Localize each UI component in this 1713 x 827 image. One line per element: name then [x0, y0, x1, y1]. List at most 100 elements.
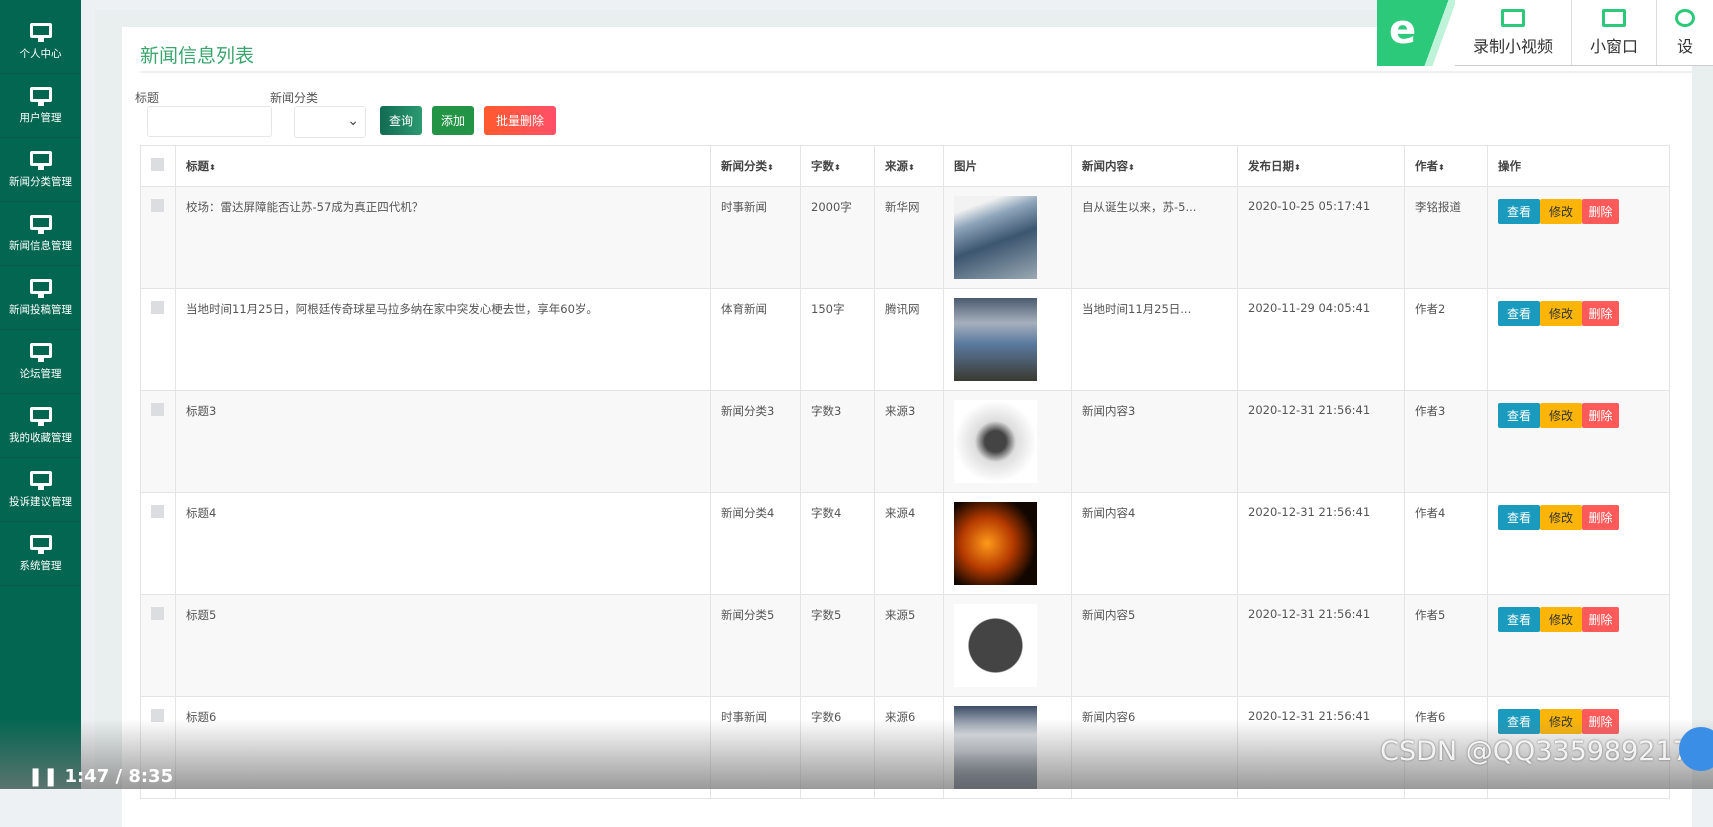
video-controls-overlay: ❚❚ 1:47 / 8:35 CSDN @QQ3359892174 — [0, 719, 1713, 789]
column-header[interactable]: 发布日期⬍ — [1237, 145, 1405, 187]
delete-button[interactable]: 删除 — [1582, 505, 1619, 530]
image-cell — [943, 186, 1072, 289]
news-title: 标题3 — [186, 404, 217, 418]
delete-button[interactable]: 删除 — [1582, 301, 1619, 326]
view-button[interactable]: 查看 — [1498, 199, 1540, 224]
news-content: 新闻内容3 — [1082, 404, 1136, 418]
word-count-cell: 150字 — [800, 288, 875, 391]
row-checkbox[interactable] — [151, 403, 164, 416]
sidebar-item[interactable]: 个人中心 — [0, 10, 81, 74]
image-cell — [943, 594, 1072, 697]
news-category: 体育新闻 — [721, 302, 767, 316]
view-button[interactable]: 查看 — [1498, 301, 1540, 326]
category-select[interactable]: ⌄ — [294, 106, 366, 138]
news-title-cell: 校场：雷达屏障能否让苏-57成为真正四代机？ — [175, 186, 711, 289]
column-header-label: 作者 — [1415, 159, 1438, 173]
column-header[interactable]: 新闻内容⬍ — [1071, 145, 1238, 187]
column-header[interactable]: 来源⬍ — [874, 145, 944, 187]
actions-cell: 查看 修改 删除 — [1487, 594, 1670, 697]
row-checkbox[interactable] — [151, 505, 164, 518]
checkbox-cell — [140, 288, 176, 391]
view-button[interactable]: 查看 — [1498, 505, 1540, 530]
column-header: 图片 — [943, 145, 1072, 187]
table-row: 标题5 新闻分类5 字数5 来源5 新闻内容5 2020-12-31 21:56:41 作… — [140, 594, 1670, 697]
sidebar-item[interactable]: 用户管理 — [0, 74, 81, 138]
column-header-label: 图片 — [954, 159, 977, 173]
word-count: 字数4 — [811, 506, 842, 520]
row-checkbox[interactable] — [151, 607, 164, 620]
sidebar-item[interactable]: 系统管理 — [0, 522, 81, 586]
word-count: 字数3 — [811, 404, 842, 418]
pause-icon[interactable]: ❚❚ — [28, 766, 58, 787]
news-title-cell: 标题3 — [175, 390, 711, 493]
sidebar-item[interactable]: 我的收藏管理 — [0, 394, 81, 458]
table-row: 标题3 新闻分类3 字数3 来源3 新闻内容3 2020-12-31 21:56:41 作… — [140, 390, 1670, 493]
news-category-cell: 新闻分类3 — [710, 390, 801, 493]
news-content: 新闻内容4 — [1082, 506, 1136, 520]
delete-button[interactable]: 删除 — [1582, 199, 1619, 224]
select-all-checkbox[interactable] — [151, 158, 164, 171]
sidebar-item-label: 个人中心 — [19, 47, 62, 60]
publish-date: 2020-12-31 21:56:41 — [1248, 607, 1371, 621]
news-source-cell: 来源4 — [874, 492, 944, 595]
sidebar-item-label: 用户管理 — [19, 111, 62, 124]
sidebar-item[interactable]: 论坛管理 — [0, 330, 81, 394]
settings-button[interactable]: 设 — [1657, 0, 1696, 65]
edit-button[interactable]: 修改 — [1540, 607, 1582, 632]
sort-icon: ⬍ — [834, 163, 841, 172]
row-checkbox[interactable] — [151, 199, 164, 212]
publish-date: 2020-12-31 21:56:41 — [1248, 403, 1371, 417]
title-label: 标题 — [135, 91, 160, 105]
news-thumbnail-image — [954, 298, 1037, 381]
news-title: 校场：雷达屏障能否让苏-57成为真正四代机？ — [186, 200, 424, 214]
mini-window-button[interactable]: 小窗口 — [1572, 0, 1658, 65]
column-header[interactable]: 字数⬍ — [800, 145, 875, 187]
monitor-icon — [29, 406, 52, 426]
chevron-down-icon: ⌄ — [347, 113, 359, 129]
column-header[interactable]: 新闻分类⬍ — [710, 145, 801, 187]
monitor-icon — [29, 342, 52, 362]
delete-button[interactable]: 删除 — [1582, 607, 1619, 632]
author-cell: 作者4 — [1404, 492, 1488, 595]
sidebar-item[interactable]: 新闻分类管理 — [0, 138, 81, 202]
news-thumbnail-image — [954, 196, 1037, 279]
record-video-label: 录制小视频 — [1473, 36, 1554, 56]
news-title-cell: 当地时间11月25日，阿根廷传奇球星马拉多纳在家中突发心梗去世，享年60岁。 — [175, 288, 711, 391]
video-time-text: 1:47 / 8:35 — [64, 766, 174, 787]
batch-delete-button[interactable]: 批量删除 — [484, 106, 556, 135]
edit-button[interactable]: 修改 — [1540, 199, 1582, 224]
edit-button[interactable]: 修改 — [1540, 505, 1582, 530]
column-header[interactable]: 标题⬍ — [175, 145, 711, 187]
column-header[interactable]: 作者⬍ — [1404, 145, 1488, 187]
add-button[interactable]: 添加 — [432, 106, 474, 135]
column-header-label: 新闻内容 — [1082, 159, 1128, 173]
delete-button[interactable]: 删除 — [1582, 403, 1619, 428]
news-source-cell: 腾讯网 — [874, 288, 944, 391]
title-search-input[interactable] — [147, 106, 272, 137]
view-button[interactable]: 查看 — [1498, 403, 1540, 428]
image-cell — [943, 492, 1072, 595]
sidebar-item[interactable]: 新闻信息管理 — [0, 202, 81, 266]
word-count-cell: 字数4 — [800, 492, 875, 595]
checkbox-cell — [140, 594, 176, 697]
view-button[interactable]: 查看 — [1498, 607, 1540, 632]
edit-button[interactable]: 修改 — [1540, 301, 1582, 326]
table-row: 标题4 新闻分类4 字数4 来源4 新闻内容4 2020-12-31 21:56:41 作… — [140, 492, 1670, 595]
query-button[interactable]: 查询 — [380, 106, 422, 135]
row-checkbox[interactable] — [151, 301, 164, 314]
word-count-cell: 字数5 — [800, 594, 875, 697]
word-count-cell: 2000字 — [800, 186, 875, 289]
author-cell: 作者3 — [1404, 390, 1488, 493]
word-count: 字数5 — [811, 608, 842, 622]
sidebar-item-label: 我的收藏管理 — [9, 431, 72, 444]
edit-button[interactable]: 修改 — [1540, 403, 1582, 428]
sidebar-item[interactable]: 新闻投稿管理 — [0, 266, 81, 330]
sidebar-item-label: 投诉建议管理 — [9, 495, 72, 508]
publish-date-cell: 2020-10-25 05:17:41 — [1237, 186, 1405, 289]
news-title: 标题5 — [186, 608, 217, 622]
author-cell: 作者2 — [1404, 288, 1488, 391]
record-video-button[interactable]: 录制小视频 — [1455, 0, 1573, 65]
news-content: 新闻内容5 — [1082, 608, 1136, 622]
video-camera-icon — [1501, 8, 1525, 27]
sidebar-item[interactable]: 投诉建议管理 — [0, 458, 81, 522]
